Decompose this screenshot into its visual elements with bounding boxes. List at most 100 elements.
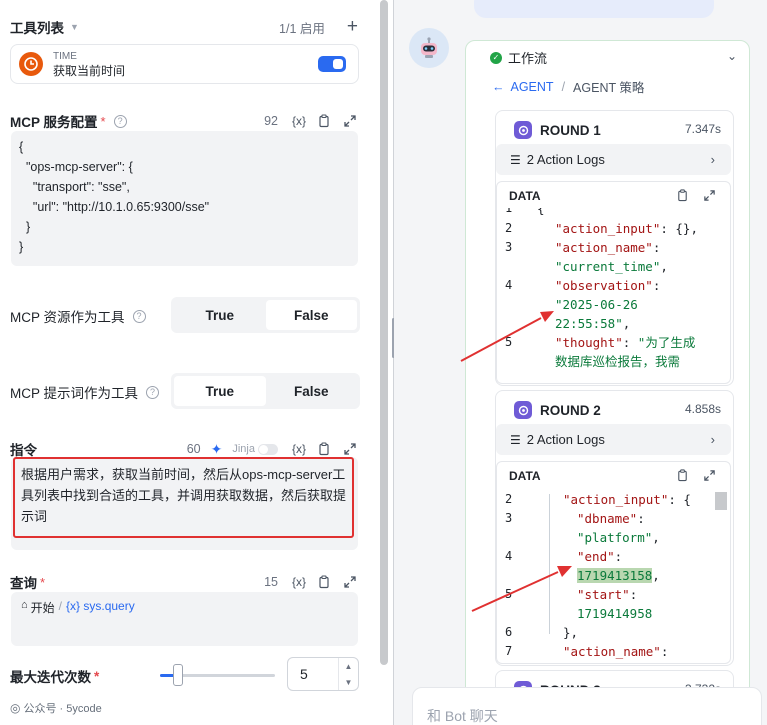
help-icon[interactable]: ? (146, 385, 160, 399)
wechat-icon: ◎ (10, 701, 21, 715)
code-key: "start" (577, 587, 630, 602)
code-key: "observation" (555, 278, 653, 293)
max-iter-value: 5 (300, 666, 308, 682)
action-logs-button[interactable]: ☰ 2 Action Logs › (496, 424, 731, 455)
code-string: "为了生成 (637, 335, 696, 350)
code-string: "platform" (577, 530, 653, 545)
max-iter-slider-handle[interactable] (173, 664, 183, 686)
copy-icon[interactable] (676, 189, 689, 202)
query-char-count: 15 (264, 575, 278, 589)
round-title: ROUND 1 (540, 122, 601, 138)
line-number: 2 (505, 221, 513, 235)
home-icon: ⌂ (21, 599, 28, 611)
resource-false-option[interactable]: False (265, 300, 357, 330)
tools-collapse-icon[interactable]: ▼ (70, 22, 79, 32)
prompt-true-option[interactable]: True (174, 376, 266, 406)
data-code-view[interactable]: 2 "action_input": { 3 "dbname": "platform"… (497, 488, 730, 663)
chevron-down-icon[interactable]: ⌄ (727, 49, 737, 63)
tool-enable-toggle[interactable] (318, 56, 346, 72)
code-punct: : (660, 644, 669, 659)
copy-icon[interactable] (316, 441, 332, 457)
code-key: "action_name" (555, 240, 653, 255)
prompt-false-option[interactable]: False (266, 376, 358, 406)
code-punct: : { (668, 492, 691, 507)
code-punct: : (629, 587, 638, 602)
breadcrumb: ← AGENT / AGENT 策略 (492, 77, 644, 96)
mcp-config-editor[interactable]: { "ops-mcp-server": { "transport": "sse"… (11, 131, 358, 266)
copy-icon[interactable] (676, 469, 689, 482)
prompt-as-tool-switch: True False (171, 373, 360, 409)
code-key: "action_input" (563, 492, 669, 507)
mcp-code-line: } (19, 220, 31, 234)
left-panel-scrollbar[interactable] (380, 0, 388, 665)
tools-count: 1/1 启用 (279, 21, 325, 36)
code-punct: : (652, 240, 661, 255)
tool-name: 获取当前时间 (53, 64, 126, 78)
breadcrumb-agent[interactable]: AGENT (511, 80, 554, 94)
mcp-char-count: 92 (264, 114, 278, 128)
expand-icon[interactable] (342, 113, 358, 129)
max-iter-label: 最大迭代次数 * (10, 666, 99, 686)
code-string: "current_time" (555, 259, 661, 274)
expand-icon[interactable] (703, 469, 716, 482)
chat-input[interactable]: 和 Bot 聊天 (412, 687, 762, 725)
add-tool-button[interactable]: + (347, 17, 358, 36)
jinja-switch[interactable] (257, 443, 278, 455)
workflow-header[interactable]: ✓ 工作流 (490, 48, 547, 67)
round-header[interactable]: ROUND 1 (514, 121, 601, 139)
copy-icon[interactable] (316, 113, 332, 129)
max-iter-input[interactable]: 5 ▲ ▼ (287, 657, 359, 691)
code-punct: , (660, 259, 668, 274)
code-key: "action_input" (555, 221, 661, 236)
mcp-code-line: "ops-mcp-server": { (19, 160, 133, 174)
code-number: 1719414958 (577, 606, 653, 621)
help-icon[interactable]: ? (132, 309, 146, 323)
line-number: 2 (505, 492, 513, 506)
jinja-toggle[interactable]: Jinja (232, 443, 278, 455)
increment-icon[interactable]: ▲ (345, 662, 353, 671)
jinja-label: Jinja (232, 443, 255, 455)
required-mark: * (94, 668, 100, 684)
sparkle-icon[interactable]: ✦ (211, 441, 223, 458)
help-icon[interactable]: ? (113, 114, 127, 128)
watermark-text: 公众号 · 5ycode (23, 703, 102, 715)
decrement-icon[interactable]: ▼ (345, 678, 353, 687)
action-logs-button[interactable]: ☰ 2 Action Logs › (496, 144, 731, 175)
code-text: { (537, 208, 545, 216)
chevron-right-icon: › (710, 432, 715, 447)
data-title: DATA (509, 189, 541, 203)
insert-variable-icon[interactable]: {x} (292, 441, 306, 457)
code-number-highlighted: 1719413158 (577, 568, 653, 583)
line-number: 4 (505, 278, 513, 292)
back-arrow-icon[interactable]: ← (492, 80, 505, 94)
query-start-node: 开始 (30, 601, 55, 615)
resource-as-tool-label: MCP 资源作为工具 ? (10, 306, 146, 326)
line-number: 3 (505, 240, 513, 254)
agent-round-icon (514, 121, 532, 139)
instruction-editor[interactable]: 根据用户需求，获取当前时间，然后从ops-mcp-server工具列表中找到合适… (13, 457, 354, 538)
expand-icon[interactable] (342, 574, 358, 590)
round-header[interactable]: ROUND 2 (514, 401, 601, 419)
tool-item-current-time[interactable]: TIME 获取当前时间 (10, 44, 359, 84)
code-punct: : (637, 511, 645, 526)
copy-icon[interactable] (316, 574, 332, 590)
line-number: 3 (505, 511, 513, 525)
chevron-right-icon: › (710, 152, 715, 167)
line-number: 7 (505, 644, 513, 658)
round-card: ROUND 2 4.858s ☰ 2 Action Logs › DATA 2 "… (495, 390, 734, 666)
list-icon: ☰ (510, 432, 521, 447)
watermark: ◎ 公众号 · 5ycode (10, 700, 102, 716)
code-punct: }, (563, 625, 579, 640)
code-punct: , (652, 530, 660, 545)
resource-true-option[interactable]: True (174, 300, 266, 330)
query-title: 查询 (10, 576, 37, 591)
insert-variable-icon[interactable]: {x} (292, 113, 306, 129)
expand-icon[interactable] (703, 189, 716, 202)
resource-as-tool-text: MCP 资源作为工具 (10, 310, 125, 325)
round-time: 4.858s (684, 402, 721, 416)
data-code-view[interactable]: 1{ 2 "action_input": {}, 3 "action_name": … (497, 208, 730, 383)
line-number: 6 (505, 625, 513, 639)
query-editor[interactable]: ⌂ 开始 / {x} sys.query (11, 592, 358, 646)
expand-icon[interactable] (342, 441, 358, 457)
insert-variable-icon[interactable]: {x} (292, 574, 306, 590)
